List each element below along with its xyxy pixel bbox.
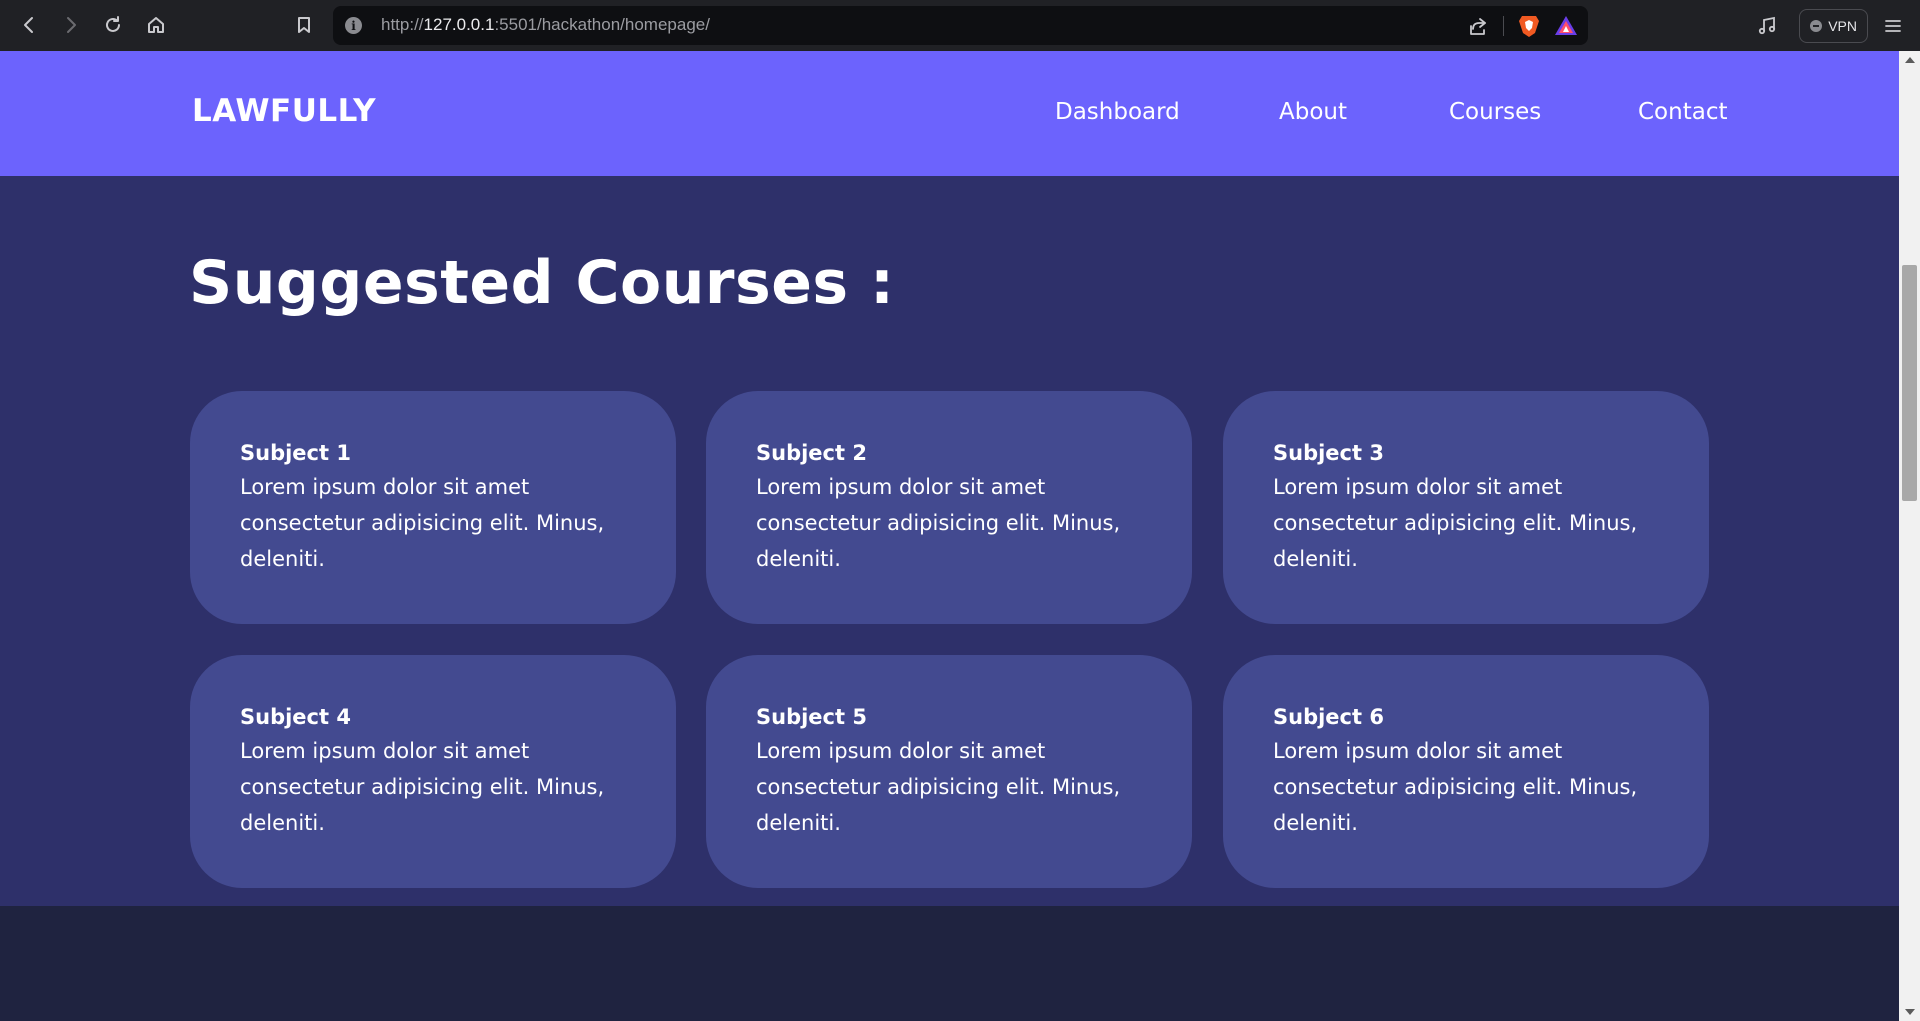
reload-icon [103,15,123,35]
course-description: Lorem ipsum dolor sit amet consectetur a… [1273,475,1638,571]
course-title: Subject 3 [1273,441,1384,465]
back-button[interactable] [14,10,44,40]
course-title: Subject 5 [756,705,867,729]
media-icon[interactable] [1757,16,1777,36]
brave-rewards-icon[interactable] [1554,15,1578,37]
url-scheme: http:// [381,15,424,34]
reload-button[interactable] [98,10,128,40]
site-logo[interactable]: LAWFULLY [192,93,376,129]
info-icon[interactable]: i [345,17,362,34]
course-card[interactable]: Subject 1 Lorem ipsum dolor sit amet con… [190,391,676,624]
course-card[interactable]: Subject 6 Lorem ipsum dolor sit amet con… [1223,655,1709,888]
forward-button[interactable] [56,10,86,40]
back-icon [19,15,39,35]
course-card[interactable]: Subject 3 Lorem ipsum dolor sit amet con… [1223,391,1709,624]
course-description: Lorem ipsum dolor sit amet consectetur a… [240,739,605,835]
home-button[interactable] [141,10,171,40]
url-text[interactable]: http://127.0.0.1:5501/hackathon/homepage… [381,15,710,35]
browser-toolbar: i http://127.0.0.1:5501/hackathon/homepa… [0,0,1920,51]
menu-icon[interactable] [1884,18,1902,34]
vpn-label: VPN [1828,17,1857,34]
page-scrollbar[interactable] [1899,51,1920,1021]
course-description: Lorem ipsum dolor sit amet consectetur a… [1273,739,1638,835]
course-title: Subject 2 [756,441,867,465]
url-separator [1503,16,1504,36]
course-description: Lorem ipsum dolor sit amet consectetur a… [240,475,605,571]
site-navbar: LAWFULLY Dashboard About Courses Contact [0,51,1899,176]
home-icon [146,15,166,35]
vpn-status-icon [1810,19,1823,32]
bookmark-icon [294,15,314,35]
nav-link-courses[interactable]: Courses [1449,99,1541,125]
section-title: Suggested Courses : [189,248,895,318]
course-description: Lorem ipsum dolor sit amet consectetur a… [756,475,1121,571]
scroll-down-icon[interactable] [1905,1009,1915,1015]
share-icon[interactable] [1467,15,1489,37]
course-title: Subject 4 [240,705,351,729]
nav-link-about[interactable]: About [1279,99,1347,125]
nav-link-dashboard[interactable]: Dashboard [1055,99,1180,125]
brave-shields-icon[interactable] [1518,14,1540,38]
suggested-courses-section: Suggested Courses : Subject 1 Lorem ipsu… [0,176,1899,906]
course-title: Subject 6 [1273,705,1384,729]
web-page: LAWFULLY Dashboard About Courses Contact… [0,51,1899,1021]
course-title: Subject 1 [240,441,351,465]
vpn-button[interactable]: VPN [1799,8,1868,43]
url-port: :5501 [494,15,537,34]
address-bar[interactable]: i http://127.0.0.1:5501/hackathon/homepa… [333,6,1588,45]
course-card[interactable]: Subject 4 Lorem ipsum dolor sit amet con… [190,655,676,888]
course-card[interactable]: Subject 2 Lorem ipsum dolor sit amet con… [706,391,1192,624]
scroll-thumb[interactable] [1902,265,1917,501]
course-description: Lorem ipsum dolor sit amet consectetur a… [756,739,1121,835]
forward-icon [61,15,81,35]
url-host: 127.0.0.1 [423,15,495,34]
url-path: /hackathon/homepage/ [536,15,710,34]
bookmark-button[interactable] [289,10,319,40]
scroll-up-icon[interactable] [1905,57,1915,63]
nav-link-contact[interactable]: Contact [1638,99,1727,125]
course-card[interactable]: Subject 5 Lorem ipsum dolor sit amet con… [706,655,1192,888]
